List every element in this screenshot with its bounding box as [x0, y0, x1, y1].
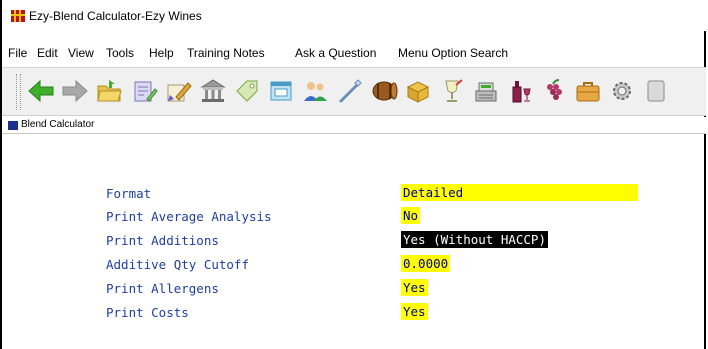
toolbar-grip[interactable] — [16, 74, 21, 110]
box-icon[interactable] — [403, 76, 433, 106]
users-icon[interactable] — [300, 76, 330, 106]
print-allergens-label: Print Allergens — [106, 281, 219, 296]
menu-help[interactable]: Help — [149, 46, 174, 60]
print-costs-label: Print Costs — [106, 305, 189, 320]
wine-bottle-icon[interactable] — [505, 76, 535, 106]
menu-training-notes[interactable]: Training Notes — [187, 46, 265, 60]
window-icon[interactable] — [266, 76, 296, 106]
glass-icon[interactable] — [437, 76, 467, 106]
menu-ask-a-question[interactable]: Ask a Question — [295, 46, 376, 60]
menu-view[interactable]: View — [68, 46, 94, 60]
subwindow-title: Blend Calculator — [21, 119, 95, 130]
print-additions-label: Print Additions — [106, 233, 219, 248]
title-bar: Ezy-Blend Calculator-Ezy Wines — [2, 0, 706, 31]
print-additions-field[interactable]: Yes (Without HACCP) — [401, 231, 548, 248]
app-logo-icon — [11, 10, 25, 22]
menu-edit[interactable]: Edit — [37, 46, 58, 60]
open-folder-icon[interactable] — [94, 76, 124, 106]
print-average-analysis-field[interactable]: No — [401, 207, 421, 224]
building-icon[interactable] — [198, 76, 228, 106]
toolbar — [2, 67, 706, 116]
tag-icon[interactable] — [232, 76, 262, 106]
wand-icon[interactable] — [335, 76, 365, 106]
gear-icon[interactable] — [607, 76, 637, 106]
format-field[interactable]: Detailed — [401, 184, 638, 201]
additive-qty-cutoff-field[interactable]: 0.0000 — [401, 255, 451, 272]
briefcase-icon[interactable] — [573, 76, 603, 106]
additive-qty-cutoff-label: Additive Qty Cutoff — [106, 257, 249, 272]
print-costs-field[interactable]: Yes — [401, 303, 428, 320]
menu-tools[interactable]: Tools — [106, 46, 134, 60]
edit-document-icon[interactable] — [129, 76, 159, 106]
print-allergens-field[interactable]: Yes — [401, 279, 428, 296]
barrel-icon[interactable] — [369, 76, 399, 106]
grapes-icon[interactable] — [539, 76, 569, 106]
print-average-analysis-label: Print Average Analysis — [106, 209, 272, 224]
window-title: Ezy-Blend Calculator-Ezy Wines — [29, 9, 202, 23]
blend-calculator-subwindow: Blend Calculator — [2, 117, 706, 134]
menu-bar: File Edit View Tools Help Training Notes… — [2, 46, 706, 66]
back-arrow-icon[interactable] — [26, 76, 56, 106]
pen-paper-icon[interactable] — [163, 76, 193, 106]
subwindow-icon — [8, 121, 18, 130]
cash-register-icon[interactable] — [471, 76, 501, 106]
panel-icon[interactable] — [641, 76, 671, 106]
format-label: Format — [106, 186, 152, 201]
forward-arrow-icon[interactable] — [60, 76, 90, 106]
menu-option-search[interactable]: Menu Option Search — [398, 46, 508, 60]
menu-file[interactable]: File — [8, 46, 27, 60]
